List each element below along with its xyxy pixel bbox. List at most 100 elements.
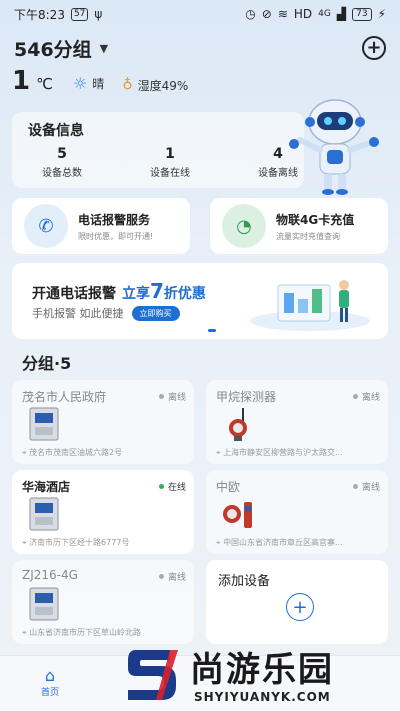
stat-label: 设备在线 (150, 168, 190, 179)
status-text: 在线 (167, 483, 186, 493)
device-address: ⌖ 济南市历下区经十路6777号 (22, 538, 130, 547)
stat-value: 1 (165, 146, 175, 162)
sun-icon: ☼ (72, 74, 88, 93)
wifi-icon: ≋ (277, 7, 288, 21)
device-address: ⌖ 山东省济南市历下区草山岭北路 (22, 628, 142, 637)
weather-humidity: ♁ 湿度49% (122, 77, 188, 94)
banner-title-row: 开通电话报警 立享7折优惠 (32, 279, 206, 303)
status-text: 离线 (361, 483, 380, 493)
address-text: 山东省济南市历下区草山岭北路 (29, 628, 142, 637)
groups-title: 分组·5 (22, 354, 72, 373)
temperature-value: 1 (12, 66, 31, 96)
address-text: 上海市静安区柳营路与沪太路交... (223, 448, 343, 457)
tab-home[interactable]: ⌂ 首页 (30, 666, 70, 698)
status-text: 离线 (361, 393, 380, 403)
weather-condition: ☼ 晴 (73, 74, 104, 93)
device-name: ZJ216-4G (22, 568, 78, 582)
device-stats: 5 设备总数 1 设备在线 4 设备离线 (32, 146, 308, 179)
status-dot (158, 484, 164, 489)
stat-value: 5 (57, 146, 67, 162)
control-panel-icon (29, 587, 59, 621)
stat-total: 5 设备总数 (32, 146, 92, 179)
status-dot (158, 394, 164, 399)
device-address: ⌖ 上海市静安区柳营路与沪太路交... (216, 448, 343, 457)
mute-icon: ⊘ (261, 7, 272, 21)
gas-detector-icon (229, 408, 247, 441)
device-info-title: 设备信息 (28, 123, 84, 139)
address-text: 中国山东省济南市章丘区高官寨... (223, 538, 343, 547)
charging-icon: ⚡ (377, 7, 386, 21)
device-card[interactable]: ZJ216-4G 离线 ⌖ 山东省济南市历下区草山岭北路 (12, 560, 194, 644)
banner-subtitle-row: 手机报警 如此便捷 立即购买 (32, 305, 180, 321)
watermark-title: 尚游乐园 (190, 650, 334, 690)
stat-online: 1 设备在线 (140, 146, 200, 179)
app-notification-icon: 57 (70, 7, 89, 21)
add-device-label: 添加设备 (218, 574, 271, 589)
banner-title: 开通电话报警 (32, 286, 116, 302)
temperature-unit: ℃ (36, 75, 53, 93)
status-bar: 下午8:23 57 ψ ◷ ⊘ ≋ HD 4G ▟ 73 ⚡ (0, 0, 400, 28)
device-name: 茂名市人民政府 (22, 390, 107, 404)
banner-illustration-icon (250, 280, 370, 331)
add-device-card[interactable]: 添加设备 + (206, 560, 388, 644)
promo-banner[interactable]: 开通电话报警 立享7折优惠 手机报警 如此便捷 立即购买 (12, 263, 388, 339)
status-text: 离线 (167, 393, 186, 403)
home-icon: ⌂ (44, 666, 56, 685)
timer-card-icon: ◔ (222, 204, 266, 248)
device-name: 甲烷探测器 (216, 390, 277, 404)
status-dot (158, 574, 164, 579)
iot-4g-recharge-card[interactable]: ◔ 物联4G卡充值 流量实时充值查询 (210, 198, 388, 254)
carousel-indicator (208, 329, 216, 332)
address-text: 茂名市茂南区油城六路2号 (29, 448, 123, 457)
phone-alarm-service-card[interactable]: ✆ 电话报警服务 限时优惠，即可开通! (12, 198, 190, 254)
control-panel-icon (29, 497, 59, 531)
phone-icon: ✆ (24, 204, 68, 248)
device-status: 离线 (158, 390, 186, 403)
device-info-card[interactable]: 设备信息 5 设备总数 1 设备在线 4 设备离线 (12, 112, 304, 188)
service-title: 电话报警服务 (78, 212, 151, 227)
group-selector[interactable]: 546分组 ▼ (14, 35, 108, 62)
banner-subtitle: 手机报警 如此便捷 (32, 307, 124, 320)
network-type: 4G (318, 9, 331, 19)
device-card[interactable]: 中欧 离线 ⌖ 中国山东省济南市章丘区高官寨... (206, 470, 388, 554)
weather-row: 1 ℃ ☼ 晴 ♁ 湿度49% (12, 66, 198, 96)
watermark-logo-icon (128, 650, 178, 700)
chevron-down-icon: ▼ (99, 41, 109, 55)
device-status: 离线 (352, 480, 380, 493)
control-panel-icon (29, 407, 59, 441)
status-dot (352, 484, 358, 489)
watermark-url: SHYIYUANYK.COM (194, 690, 331, 704)
alarm-icon: ◷ (245, 7, 256, 21)
banner-accent-suffix: 折优惠 (163, 286, 206, 302)
status-text: 离线 (167, 573, 186, 583)
watermark: 尚游乐园 SHYIYUANYK.COM (120, 640, 400, 710)
condition-text: 晴 (92, 77, 105, 91)
banner-accent-prefix: 立享 (122, 286, 150, 302)
usb-icon: ψ (94, 7, 103, 21)
address-text: 济南市历下区经十路6777号 (29, 538, 130, 547)
device-name: 华海酒店 (22, 480, 71, 494)
status-dot (352, 394, 358, 399)
add-device-button[interactable]: + (286, 593, 314, 621)
buy-now-button[interactable]: 立即购买 (131, 305, 180, 321)
signal-icon: ▟ (336, 7, 347, 21)
banner-accent-number: 7 (150, 279, 164, 303)
device-card[interactable]: 甲烷探测器 离线 ⌖ 上海市静安区柳营路与沪太路交... (206, 380, 388, 464)
stat-label: 设备总数 (42, 168, 82, 179)
service-title: 物联4G卡充值 (276, 212, 355, 227)
service-subtitle: 流量实时充值查询 (276, 231, 340, 241)
status-time: 下午8:23 (14, 7, 65, 22)
banner-accent: 立享7折优惠 (122, 279, 206, 303)
device-card[interactable]: 茂名市人民政府 离线 ⌖ 茂名市茂南区油城六路2号 (12, 380, 194, 464)
device-address: ⌖ 中国山东省济南市章丘区高官寨... (216, 538, 343, 547)
water-drop-icon: ♁ (122, 77, 133, 93)
add-icon[interactable]: + (362, 36, 386, 60)
group-name: 546分组 (14, 38, 92, 61)
battery-icon: 73 (352, 7, 372, 21)
humidity-text: 湿度49% (137, 78, 189, 93)
device-address: ⌖ 茂名市茂南区油城六路2号 (22, 448, 123, 457)
device-status: 离线 (158, 570, 186, 583)
device-status: 离线 (352, 390, 380, 403)
robot-mascot-icon (289, 99, 379, 195)
device-card[interactable]: 华海酒店 在线 ⌖ 济南市历下区经十路6777号 (12, 470, 194, 554)
